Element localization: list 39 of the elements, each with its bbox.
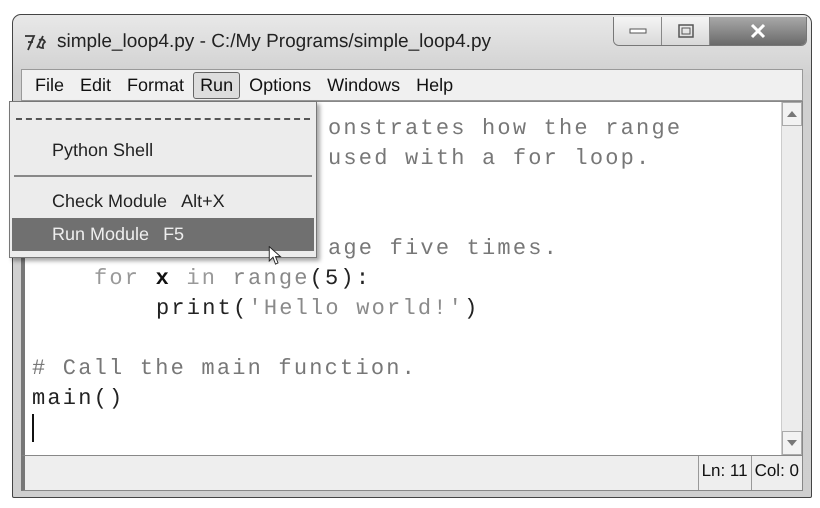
code-text: 'Hello world!' [248,296,464,321]
code-text: used with a for loop. [328,146,652,171]
menu-item[interactable]: Help [409,72,460,98]
scrollbar[interactable] [781,102,802,455]
tearoff-line[interactable] [16,118,310,120]
window-title: simple_loop4.py - C:/My Programs/simple_loop4.py [57,31,492,53]
menu-item[interactable]: File [28,72,72,98]
menu-entry[interactable]: Python Shell [12,134,314,167]
menu-item[interactable]: Options [242,72,318,98]
status-field: Col: 0 [750,456,802,490]
menu-entry[interactable]: Run Module F5 [12,218,314,251]
code-text: (5): [310,266,372,291]
menu-item[interactable]: Edit [73,72,118,98]
code-text: print( [156,296,248,321]
menu-item[interactable]: Format [120,72,192,98]
code-text: age five times. [328,236,560,261]
code-text: range [232,266,310,291]
text-cursor [32,414,34,442]
minimize-button[interactable] [614,17,662,45]
code-text: in [186,266,218,291]
maximize-icon [678,24,694,38]
code-text: for [94,266,140,291]
scroll-up-icon[interactable] [782,102,802,126]
mouse-pointer-icon [268,246,283,266]
code-text: ) [464,296,480,321]
minimize-icon [628,27,646,35]
maximize-button[interactable] [662,17,710,45]
code-text: main() [32,386,124,411]
menu-entry[interactable]: Check Module Alt+X [12,185,314,218]
code-text: onstrates how the range [328,116,682,141]
menu-item[interactable]: Windows [320,72,408,98]
close-icon [749,23,767,39]
status-field: Ln: 11 [698,456,751,490]
code-text: x [156,266,172,291]
feather-icon [23,32,49,52]
scroll-down-icon[interactable] [782,431,802,455]
code-text: # Call the main function. [32,356,418,381]
close-button[interactable] [710,17,806,45]
menu-item[interactable]: Run [193,72,240,98]
